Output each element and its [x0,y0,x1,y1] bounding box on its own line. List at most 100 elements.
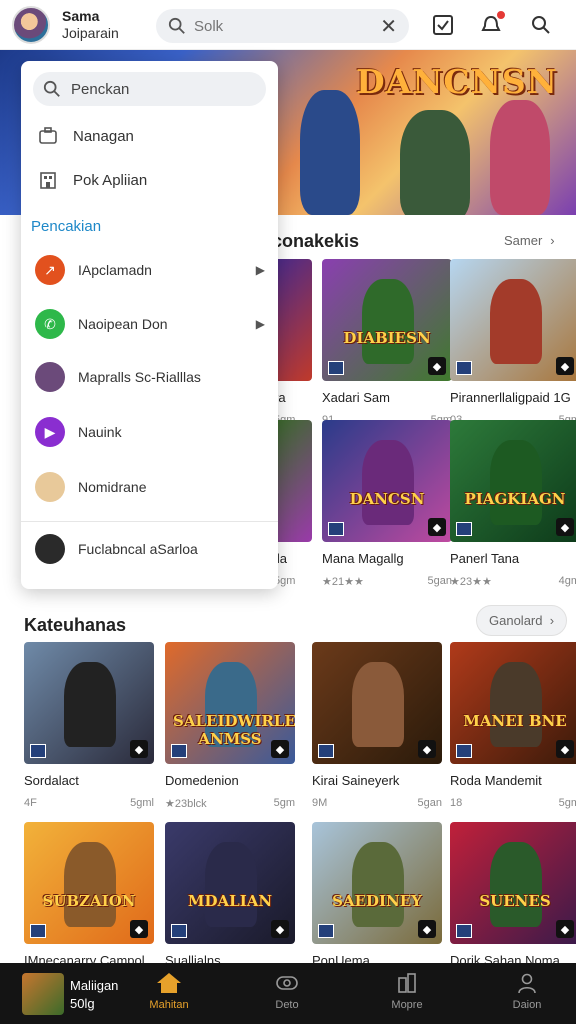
game-card[interactable]: PIAGKIAGN ◆ Panerl Tana ★23★★ 4gm [450,420,576,588]
app-suggestion[interactable]: ↗ IApclamadn ▶ [35,255,265,285]
see-more-pill: Ganolard › [476,605,568,636]
see-more-link[interactable]: Ganolard › [476,605,568,636]
section-title: Kateuhanas [24,615,127,635]
shield-icon: ◆ [130,920,148,938]
game-thumbnail: SUENES ◆ [450,822,576,944]
shield-icon: ◆ [428,357,446,375]
search-icon[interactable] [528,12,554,38]
nav-label: Mahitan [149,999,189,1011]
app-icon [35,362,65,392]
game-size: 5gan [417,797,442,809]
menu-item[interactable]: Pok Apliian [37,169,262,191]
game-card[interactable]: SUENES ◆ Dorik Sahan Noma [450,822,576,977]
game-size: 5gml [130,797,154,809]
search-dropdown-panel: Penckan Nanagan Pok Apliian Pencakian ↗ I… [21,61,278,589]
platform-icon [456,924,472,938]
game-title: Xadari Sam [322,390,390,405]
game-title: Mana Magallg [322,551,404,566]
game-size: 5gm [558,797,576,809]
game-card[interactable]: ra 5gm [274,259,312,426]
app-suggestion[interactable]: ✆ Naoipean Don ▶ [35,309,265,339]
game-card[interactable]: DIABIESN◆Xadari Sam915gm [322,259,452,426]
game-card[interactable]: ◆ Sordalact 4F 5gml [24,642,154,809]
character-figure [64,842,116,927]
game-thumbnail: MDALIAN ◆ [165,822,295,944]
shield-icon: ◆ [556,920,574,938]
menu-item[interactable]: Nanagan [37,125,262,147]
game-rating: 18 [450,797,463,809]
app-icon: ↗ [35,255,65,285]
user-name: Sama [62,7,100,24]
clear-icon[interactable]: ✕ [380,14,397,39]
chevron-right-icon: › [549,613,555,628]
nav-tab-home[interactable]: Mahitan [134,971,204,1011]
game-card[interactable]: SAEDINEY ◆ PonUema [312,822,442,977]
nav-tab-mopre[interactable]: Mopre [372,971,442,1011]
app-icon [35,534,65,564]
app-label: Fuclabncal aSarloa [78,541,198,557]
app-suggestion[interactable]: Mapralls Sc-Rialllas [35,362,265,392]
now-playing-thumbnail[interactable] [22,973,64,1015]
now-playing-text[interactable]: Maliigan 50lg [70,977,118,1013]
platform-icon [456,361,472,375]
game-card[interactable]: DANCSN ◆ Mana Magallg ★21★★ 5gan [322,420,452,588]
game-thumbnail: ◆ [312,642,442,764]
game-card[interactable]: ◆Pirannerllaligpaid 1G035gm [450,259,576,426]
platform-icon [328,361,344,375]
game-title: Pirannerllaligpaid 1G [450,390,571,405]
game-card[interactable]: ila 5gm [274,420,312,587]
game-title: Roda Mandemit [450,773,542,788]
game-card[interactable]: SUBZAION ◆ IMnecanarry Campol [24,822,154,977]
game-title: ila [274,551,288,566]
game-card[interactable]: MDALIAN ◆ Suallialns [165,822,295,977]
game-thumbnail: SALEIDWIRLE ANMSS ◆ [165,642,295,764]
character-figure [490,440,542,525]
character-figure [352,842,404,927]
app-icon: ✆ [35,309,65,339]
briefcase-icon [37,125,59,147]
search-bar[interactable]: ✕ [156,9,409,43]
game-card[interactable]: MANEI BNE ◆ Roda Mandemit 18 5gm [450,642,576,809]
menu-item-label: Nanagan [73,127,134,145]
game-size: 5gm [273,797,295,809]
section-heading: Pencakian [31,218,102,235]
search-input[interactable] [194,17,374,35]
app-label: IApclamadn [78,262,152,278]
app-label: Nauink [78,424,122,440]
game-card[interactable]: SALEIDWIRLE ANMSS ◆ Domedenion ★23blck 5gm [165,642,295,810]
game-thumbnail: SUBZAION ◆ [24,822,154,944]
character-figure [362,279,414,364]
see-more-link[interactable]: Samer › [504,233,555,248]
app-label: Mapralls Sc-Rialllas [78,369,201,385]
nav-tab-deto[interactable]: Deto [252,971,322,1011]
panel-search-field[interactable]: Penckan [33,72,266,106]
shield-icon: ◆ [556,518,574,536]
shield-icon: ◆ [271,920,289,938]
nav-label: Deto [275,999,299,1011]
shield-icon: ◆ [271,740,289,758]
game-title: ra [274,390,286,405]
nav-tab-daion[interactable]: Daion [492,971,562,1011]
avatar[interactable] [12,5,50,44]
game-logo: MDALIAN [187,892,273,910]
see-more-label: Ganolard [489,613,543,628]
gamepad-icon [274,971,300,995]
app-suggestion[interactable]: Fuclabncal aSarloa [35,534,265,564]
shield-icon: ◆ [418,740,436,758]
game-title: Panerl Tana [450,551,520,566]
divider [21,521,278,522]
app-suggestion[interactable]: Nomidrane [35,472,265,502]
game-title: Sordalact [24,773,79,788]
game-card[interactable]: ◆ Kirai Saineyerk 9M 5gan [312,642,442,809]
section-title: conakekis [272,231,360,251]
now-playing-sub: 50lg [70,996,95,1011]
platform-icon [328,522,344,536]
checklist-icon[interactable] [430,12,456,38]
character-figure [362,440,414,525]
platform-icon [456,744,472,758]
app-suggestion[interactable]: ▶ Nauink [35,417,265,447]
game-thumbnail: DIABIESN ◆ [322,259,452,381]
game-meta: ★23★★ 4gm [450,575,576,588]
banner-title: DANCNSN [356,62,558,101]
notification-icon[interactable] [478,9,507,38]
